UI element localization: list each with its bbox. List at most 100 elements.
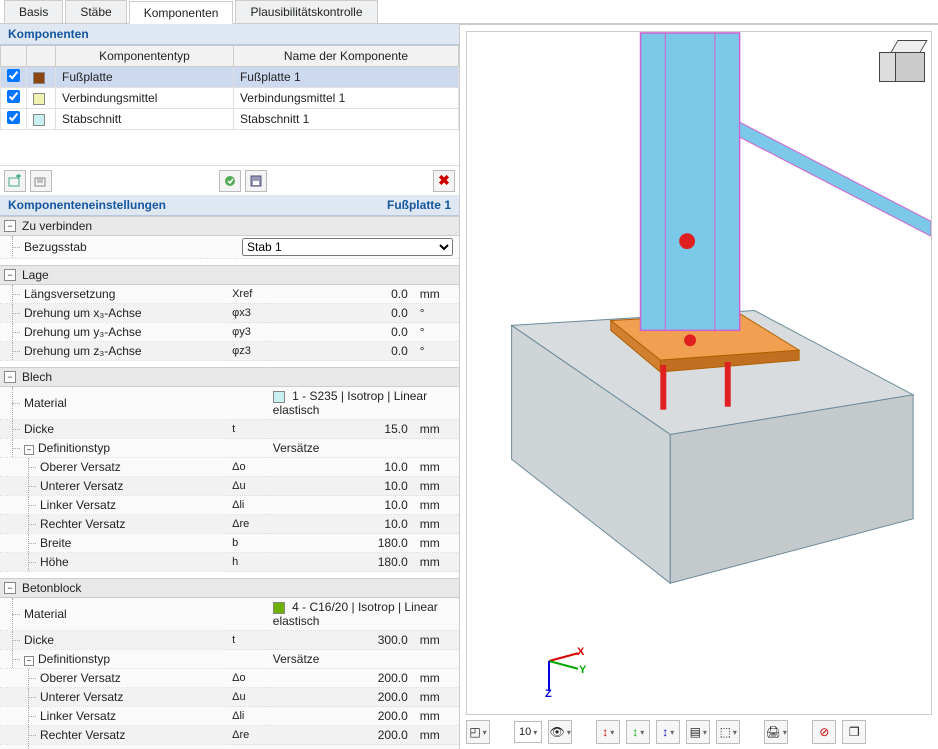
tab-plausibilitaet[interactable]: Plausibilitätskontrolle [235,0,377,23]
align-y-button[interactable]: ↕▾ [626,720,650,744]
component-name-cell: Stabschnitt 1 [233,109,458,130]
refresh-button[interactable] [219,170,241,192]
bezugsstab-select[interactable]: Stab 1 [242,238,453,256]
prop-value[interactable]: 580.0 [267,745,414,749]
prop-symbol: b [226,534,267,553]
prop-value[interactable]: 10.0 [267,515,414,534]
delete-button[interactable]: ✖ [433,170,455,192]
prop-value[interactable]: 15.0 [267,420,414,439]
axis-gizmo[interactable]: X Y Z [529,640,589,700]
new-window-button[interactable]: ❐ [842,720,866,744]
print-button[interactable]: 🖨▾ [764,720,788,744]
komponenten-section-title: Komponenten [0,24,459,45]
prop-label: Linker Versatz [0,496,226,515]
row-checkbox[interactable] [7,90,20,103]
prop-value[interactable]: 180.0 [267,553,414,572]
add-button[interactable] [4,170,26,192]
prop-unit: mm [414,688,459,707]
edit-button[interactable] [30,170,52,192]
prop-value[interactable]: 0.0 [267,304,414,323]
row-checkbox[interactable] [7,69,20,82]
collapse-icon[interactable]: − [4,269,16,281]
material-value-cell[interactable]: 1 - S235 | Isotrop | Linear elastisch [267,387,459,420]
prop-unit: mm [414,285,459,304]
prop-unit: mm [414,669,459,688]
viewport-toolbar: ◰▾ 10▾ 👁▾ ↕▾ ↕▾ ↕▾ ▤▾ ⬚▾ 🖨▾ ⊘ ❐ [466,719,932,745]
tab-staebe[interactable]: Stäbe [65,0,126,23]
prop-value[interactable]: 200.0 [267,707,414,726]
prop-value[interactable]: 10.0 [267,458,414,477]
prop-label: Oberer Versatz [0,458,226,477]
3d-viewport[interactable]: X Y Z [466,31,932,715]
prop-value[interactable]: Versätze [267,650,459,669]
prop-label: Rechter Versatz [0,726,226,745]
prop-unit: ° [414,304,459,323]
group-blech[interactable]: − Blech [0,367,459,387]
prop-symbol: Δre [226,726,267,745]
expand-icon[interactable]: − [24,656,34,666]
select-tool-button[interactable]: ◰▾ [466,720,490,744]
prop-label: Rechter Versatz [0,515,226,534]
expand-icon[interactable]: − [24,445,34,455]
material-color-icon [273,602,285,614]
show-loads-button[interactable]: 👁▾ [548,720,572,744]
save-button[interactable] [245,170,267,192]
prop-value[interactable]: 300.0 [267,631,414,650]
components-toolbar: ✖ [0,165,459,195]
prop-value[interactable]: 200.0 [267,688,414,707]
prop-value[interactable]: 10.0 [267,477,414,496]
color-icon [33,72,45,84]
align-x-button[interactable]: ↕▾ [596,720,620,744]
cancel-action-button[interactable]: ⊘ [812,720,836,744]
group-zu-verbinden[interactable]: − Zu verbinden [0,216,459,236]
prop-value[interactable]: 0.0 [267,342,414,361]
scene-svg [467,32,931,714]
collapse-icon[interactable]: − [4,371,16,383]
group-betonblock[interactable]: − Betonblock [0,578,459,598]
prop-unit: mm [414,534,459,553]
prop-symbol: b [226,745,267,749]
prop-label: Unterer Versatz [0,688,226,707]
table-row[interactable]: StabschnittStabschnitt 1 [1,109,459,130]
prop-unit: mm [414,496,459,515]
prop-value[interactable]: 0.0 [267,285,414,304]
wireframe-button[interactable]: ⬚▾ [716,720,740,744]
prop-value[interactable]: 180.0 [267,534,414,553]
prop-symbol: Xref [226,285,267,304]
prop-deftyp-label[interactable]: −Definitionstyp [0,439,226,458]
material-value-cell[interactable]: 4 - C16/20 | Isotrop | Linear elastisch [267,598,459,631]
table-row[interactable]: VerbindungsmittelVerbindungsmittel 1 [1,88,459,109]
row-checkbox[interactable] [7,111,20,124]
prop-unit: mm [414,553,459,572]
table-row[interactable]: FußplatteFußplatte 1 [1,67,459,88]
group-lage[interactable]: − Lage [0,265,459,285]
collapse-icon[interactable]: − [4,220,16,232]
prop-unit: mm [414,726,459,745]
col-name-header: Name der Komponente [233,46,458,67]
prop-unit: mm [414,477,459,496]
prop-value[interactable]: 200.0 [267,726,414,745]
component-name-cell: Fußplatte 1 [233,67,458,88]
settings-scroll[interactable]: − Zu verbinden Bezugsstab Stab 1 − Lag [0,216,459,749]
prop-unit: mm [414,745,459,749]
prop-value[interactable]: 0.0 [267,323,414,342]
tab-basis[interactable]: Basis [4,0,63,23]
layers-button[interactable]: ▤▾ [686,720,710,744]
prop-label: Linker Versatz [0,707,226,726]
prop-deftyp-label[interactable]: −Definitionstyp [0,650,226,669]
collapse-icon[interactable]: − [4,582,16,594]
zoom-level-select[interactable]: 10▾ [514,721,542,743]
components-grid[interactable]: Komponententyp Name der Komponente Fußpl… [0,45,459,165]
view-cube[interactable] [879,40,923,84]
prop-symbol: Δo [226,669,267,688]
prop-label: Breite [0,534,226,553]
component-type-cell: Stabschnitt [56,109,234,130]
align-z-button[interactable]: ↕▾ [656,720,680,744]
tab-komponenten[interactable]: Komponenten [129,1,234,24]
prop-symbol: Δo [226,458,267,477]
prop-unit: mm [414,515,459,534]
prop-label: Dicke [0,420,226,439]
prop-value[interactable]: 200.0 [267,669,414,688]
prop-value[interactable]: 10.0 [267,496,414,515]
prop-value[interactable]: Versätze [267,439,459,458]
